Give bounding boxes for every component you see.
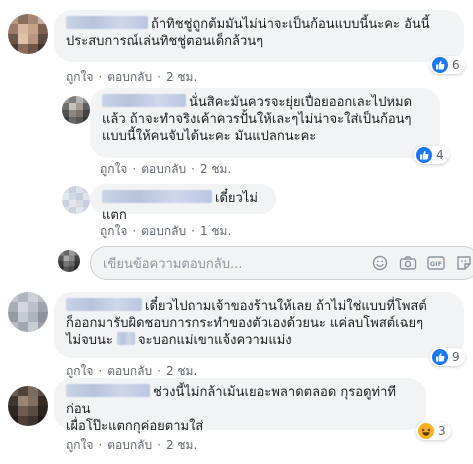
commenter-name[interactable] (66, 298, 142, 311)
like-icon (432, 349, 448, 365)
like-link[interactable]: ถูกใจ (66, 70, 93, 84)
comment-actions: ถูกใจ · ตอบกลับ · 2 ชม. (66, 70, 198, 84)
comment-text-line: เผื่อโป๊ะแตกกุค่อยตามใส่ (66, 419, 204, 434)
sticker-icon[interactable] (455, 254, 473, 272)
reply-link[interactable]: ตอบกลับ (107, 364, 152, 378)
comment-text-line: จะบอกแม่เขาแจ้งความแม่ง (138, 333, 292, 348)
timestamp[interactable]: 2 ชม. (166, 364, 197, 378)
reaction-count: 6 (452, 58, 460, 72)
commenter-name[interactable] (102, 94, 186, 107)
reply-bubble: เดี๋ยวไม่แตก (90, 184, 276, 223)
reply-input[interactable]: เขียนข้อความตอบกลับ... GIF (90, 246, 473, 280)
emoji-icon[interactable] (371, 254, 389, 272)
commenter-name[interactable] (66, 384, 150, 397)
comment-actions: ถูกใจ · ตอบกลับ · 2 ชม. (66, 438, 198, 452)
comment-text-line: นั่นสิคะมันควรจะยุ่ยเปื่อยออกเละไปหมด (189, 95, 413, 110)
timestamp[interactable]: 2 ชม. (166, 438, 197, 452)
avatar[interactable] (8, 386, 48, 426)
comment-text-line: ประสบการณ์เล่นทิชชู่ตอนเด็กล้วนๆ (66, 34, 264, 49)
reaction-badge[interactable]: 9 (430, 348, 465, 366)
timestamp[interactable]: 2 ชม. (200, 162, 231, 176)
comment-text-line: แบบนี้ให้คนจับได้นะคะ มันแปลกนะคะ (102, 129, 317, 144)
avatar[interactable] (8, 292, 48, 332)
comment-text-line: ถ้าทิชชู่ถูกต้มมันไม่น่าจะเป็นก้อนแบบนี้… (151, 17, 430, 32)
reply-link[interactable]: ตอบกลับ (141, 224, 186, 238)
gif-icon[interactable]: GIF (427, 254, 445, 272)
comment-text-line: เดี๋ยวไปถามเจ้าของร้านให้เลย ถ้าไม่ใช่แบ… (145, 299, 427, 314)
avatar[interactable] (8, 14, 48, 54)
comment-actions: ถูกใจ · ตอบกลับ · 2 ชม. (100, 162, 232, 176)
like-link[interactable]: ถูกใจ (100, 224, 127, 238)
like-icon (432, 57, 448, 73)
reply-placeholder: เขียนข้อความตอบกลับ... (103, 256, 243, 272)
avatar[interactable] (62, 96, 90, 124)
commenter-name[interactable] (66, 16, 148, 29)
reply-tools: GIF (371, 254, 473, 272)
reaction-count: 4 (436, 148, 444, 162)
avatar[interactable] (62, 186, 90, 214)
reaction-badge[interactable]: 4 (414, 146, 449, 164)
camera-icon[interactable] (399, 254, 417, 272)
comment-actions: ถูกใจ · ตอบกลับ · 1 ชม. (100, 224, 232, 238)
timestamp[interactable]: 1 ชม. (200, 224, 231, 238)
reaction-badge[interactable]: 3 (416, 422, 451, 440)
like-link[interactable]: ถูกใจ (100, 162, 127, 176)
like-link[interactable]: ถูกใจ (66, 438, 93, 452)
comment-text-line: ก็ออกมารับผิดชอบการกระทำของตัวเองด้วยนะ … (66, 316, 424, 331)
comment-bubble: ถ้าทิชชู่ถูกต้มมันไม่น่าจะเป็นก้อนแบบนี้… (54, 10, 464, 62)
reply-link[interactable]: ตอบกลับ (107, 70, 152, 84)
tagged-name[interactable] (117, 332, 135, 345)
haha-icon (418, 423, 434, 439)
reply-link[interactable]: ตอบกลับ (141, 162, 186, 176)
like-icon (416, 147, 432, 163)
like-link[interactable]: ถูกใจ (66, 364, 93, 378)
comment-bubble: ช่วงนี้ไม่กล้าเม้นเยอะพลาดตลอด กุรอดูท่า… (54, 378, 426, 434)
svg-text:GIF: GIF (430, 260, 442, 268)
comment-text-line: ไม่จบนะ (66, 333, 113, 348)
avatar (58, 250, 80, 272)
comment-text-line: แล้ว ถ้าจะทำจริงเค้าควรปั้นให้เละๆไม่น่า… (102, 112, 412, 127)
timestamp[interactable]: 2 ชม. (166, 70, 197, 84)
reaction-count: 3 (438, 424, 446, 438)
commenter-name[interactable] (102, 190, 212, 203)
reply-bubble: นั่นสิคะมันควรจะยุ่ยเปื่อยออกเละไปหมด แล… (90, 88, 440, 158)
comment-bubble: เดี๋ยวไปถามเจ้าของร้านให้เลย ถ้าไม่ใช่แบ… (54, 292, 464, 358)
reaction-count: 9 (452, 350, 460, 364)
reaction-badge[interactable]: 6 (430, 56, 465, 74)
reply-link[interactable]: ตอบกลับ (107, 438, 152, 452)
